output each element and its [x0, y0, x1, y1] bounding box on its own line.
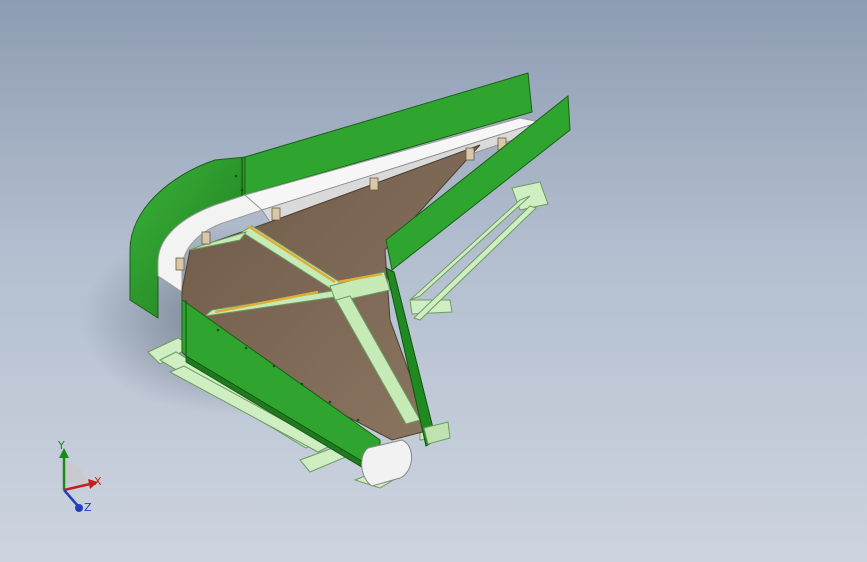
z-axis-label: Z: [84, 501, 92, 514]
z-axis-line: [63, 489, 79, 507]
axis-triad-graphic: [59, 448, 98, 512]
3d-viewport[interactable]: Y X Z: [0, 0, 867, 562]
conveyor-model[interactable]: [0, 0, 867, 562]
x-axis-label: X: [94, 475, 102, 488]
y-axis-label: Y: [58, 439, 65, 452]
z-axis-arrow: [75, 504, 83, 512]
triad-reference-arc: [64, 462, 86, 484]
x-axis-line: [63, 482, 91, 492]
axis-triad: Y X Z: [44, 440, 114, 520]
